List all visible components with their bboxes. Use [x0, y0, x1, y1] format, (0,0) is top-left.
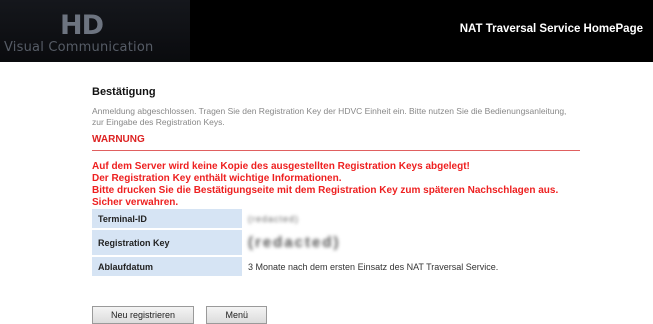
terminal-id-label: Terminal-ID: [92, 209, 242, 228]
warning-title: WARNUNG: [92, 134, 145, 145]
header-bar: HD Visual Communication NAT Traversal Se…: [0, 0, 653, 62]
warning-line-2: Der Registration Key enthält wichtige In…: [92, 173, 342, 184]
registration-table: Terminal-ID (redacted) Registration Key …: [92, 207, 522, 278]
registration-key-label: Registration Key: [92, 230, 242, 255]
warning-line-3: Bitte drucken Sie die Bestätigungseite m…: [92, 185, 559, 208]
table-row: Registration Key (redacted): [92, 230, 522, 255]
logo-mark: HD: [60, 10, 104, 41]
terminal-id-blurred: (redacted): [248, 213, 300, 224]
terminal-id-value: (redacted): [242, 209, 522, 228]
info-text: Anmeldung abgeschlossen. Tragen Sie den …: [92, 106, 567, 127]
menu-button[interactable]: Menü: [206, 306, 267, 324]
registration-key-blurred: (redacted): [248, 234, 341, 251]
table-row: Terminal-ID (redacted): [92, 209, 522, 228]
expiry-label: Ablaufdatum: [92, 257, 242, 276]
logo-text: Visual Communication: [4, 40, 154, 55]
registration-key-value: (redacted): [242, 230, 522, 255]
logo: HD Visual Communication: [0, 0, 190, 62]
button-bar: Neu registrieren Menü: [92, 306, 275, 324]
confirmation-section: Bestätigung Anmeldung abgeschlossen. Tra…: [92, 86, 580, 209]
register-new-button[interactable]: Neu registrieren: [92, 306, 195, 324]
expiry-value: 3 Monate nach dem ersten Einsatz des NAT…: [248, 261, 499, 272]
warning-line-1: Auf dem Server wird keine Kopie des ausg…: [92, 161, 470, 172]
table-row: Ablaufdatum 3 Monate nach dem ersten Ein…: [92, 257, 522, 276]
divider: [92, 150, 580, 151]
page-title: Bestätigung: [92, 86, 156, 98]
homepage-link[interactable]: NAT Traversal Service HomePage: [460, 23, 643, 35]
